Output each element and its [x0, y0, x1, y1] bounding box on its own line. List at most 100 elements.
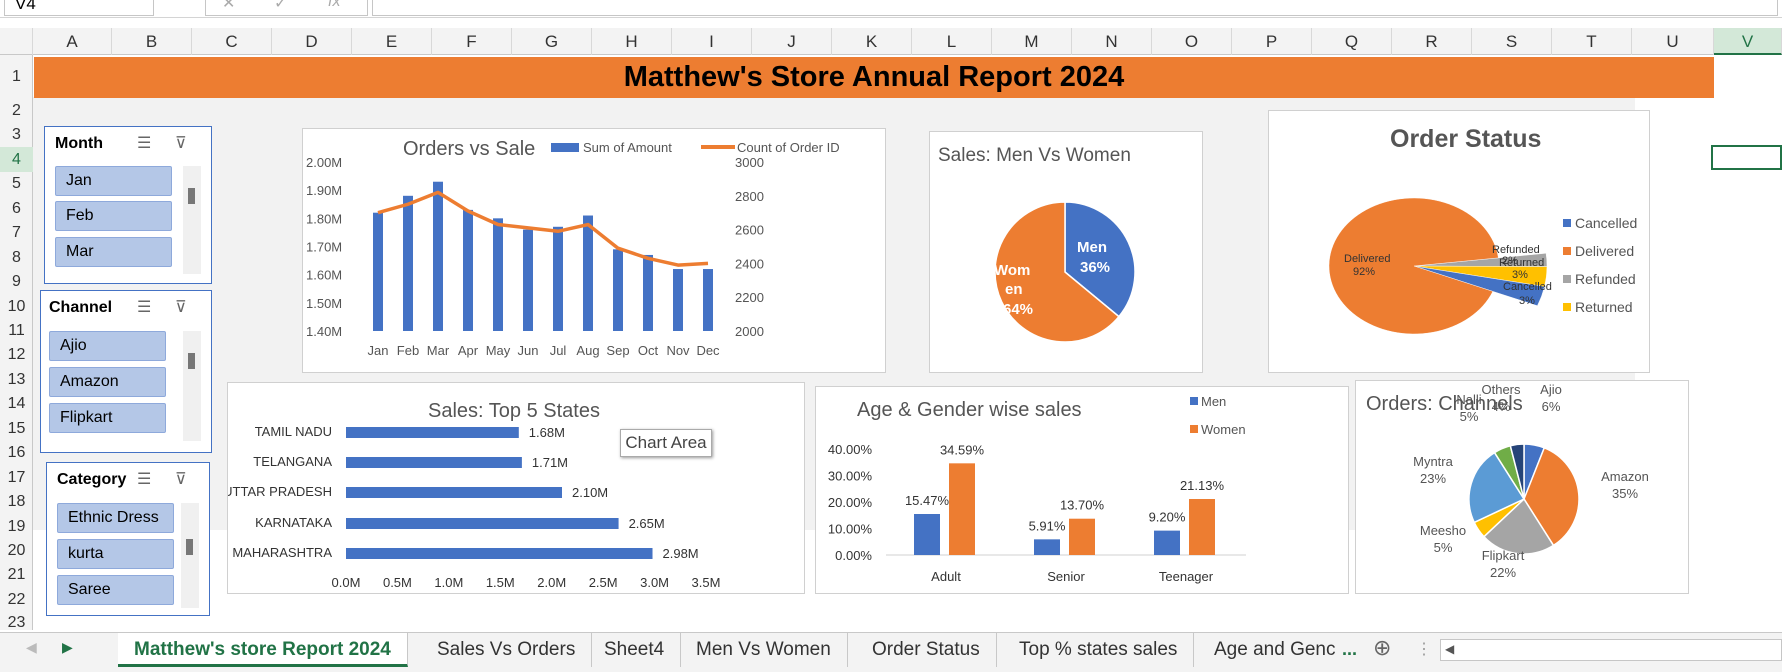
tab-top-states-sales[interactable]: Top % states sales [1003, 633, 1195, 667]
tab-sheet4[interactable]: Sheet4 [588, 633, 682, 667]
row-header-14[interactable]: 14 [0, 392, 33, 416]
column-header-p[interactable]: P [1232, 28, 1312, 55]
men-vs-women-chart[interactable]: Sales: Men Vs Women Men 36% Wom en 64% [929, 131, 1203, 373]
row-header-2[interactable]: 2 [0, 99, 33, 123]
column-header-h[interactable]: H [592, 28, 672, 55]
column-header-f[interactable]: F [432, 28, 512, 55]
row-header-5[interactable]: 5 [0, 172, 33, 196]
slicer-item-mar[interactable]: Mar [55, 237, 172, 267]
row-header-17[interactable]: 17 [0, 465, 33, 490]
formula-input[interactable] [372, 0, 1778, 16]
row-header-1[interactable]: 1 [0, 57, 33, 99]
clear-filter-icon[interactable]: ⊽ [175, 133, 187, 153]
tab-age-and-gender[interactable]: Age and Genc [1198, 633, 1351, 667]
row-header-21[interactable]: 21 [0, 563, 33, 587]
row-header-7[interactable]: 7 [0, 221, 33, 245]
row-header-10[interactable]: 10 [0, 294, 33, 319]
column-header-c[interactable]: C [192, 28, 272, 55]
column-header-k[interactable]: K [832, 28, 912, 55]
tab-splitter-icon[interactable]: ⋮ [1416, 639, 1432, 659]
row-header-22[interactable]: 22 [0, 587, 33, 612]
scroll-left-icon[interactable]: ◀ [1445, 642, 1454, 656]
amount-bar [613, 249, 623, 331]
category-slicer[interactable]: Category ☰ ⊽ Ethnic Dress kurta Saree [46, 462, 210, 616]
slicer-item-jan[interactable]: Jan [55, 166, 172, 196]
column-header-r[interactable]: R [1392, 28, 1472, 55]
slicer-scrollbar[interactable] [183, 331, 201, 441]
row-header-8[interactable]: 8 [0, 245, 33, 270]
legend-label-amount: Sum of Amount [583, 140, 672, 155]
column-header-u[interactable]: U [1632, 28, 1714, 55]
column-header-m[interactable]: M [992, 28, 1072, 55]
left-tick-label: 1.50M [306, 296, 342, 311]
row-header-16[interactable]: 16 [0, 441, 33, 465]
row-header-4[interactable]: 4 [0, 147, 33, 172]
column-header-v[interactable]: V [1714, 28, 1782, 55]
column-header-o[interactable]: O [1152, 28, 1232, 55]
column-header-e[interactable]: E [352, 28, 432, 55]
scroll-next-tab-icon[interactable]: ▶ [62, 639, 73, 656]
row-header-9[interactable]: 9 [0, 270, 33, 294]
channels-chart[interactable]: Orders: Channels Ajio 6% Amazon 35% Flipkart… [1355, 380, 1689, 594]
horizontal-scrollbar[interactable]: ◀ [1440, 639, 1782, 661]
row-header-3[interactable]: 3 [0, 123, 33, 147]
row-header-23[interactable]: 23 [0, 612, 33, 633]
more-tabs-ellipsis[interactable]: ... [1342, 639, 1357, 660]
x-tick-label: Senior [1047, 569, 1085, 584]
month-slicer[interactable]: Month ☰ ⊽ Jan Feb Mar [44, 126, 212, 284]
row-header-20[interactable]: 20 [0, 539, 33, 563]
row-header-15[interactable]: 15 [0, 416, 33, 441]
order-status-chart[interactable]: Order Status Delivered 92% Refunded 2% R… [1268, 110, 1650, 373]
clear-filter-icon[interactable]: ⊽ [175, 297, 187, 317]
slicer-item-feb[interactable]: Feb [55, 201, 172, 231]
column-header-g[interactable]: G [512, 28, 592, 55]
multi-select-icon[interactable]: ☰ [137, 133, 151, 153]
tab-sales-vs-orders[interactable]: Sales Vs Orders [421, 633, 593, 667]
slicer-item-ethnic-dress[interactable]: Ethnic Dress [57, 503, 174, 533]
tab-matthews-store-report[interactable]: Matthew's store Report 2024 [118, 633, 408, 667]
top-states-chart[interactable]: Sales: Top 5 States TAMIL NADU 1.68M TELAN… [223, 382, 805, 594]
fx-icon[interactable]: fx [328, 0, 340, 11]
add-sheet-icon[interactable]: ⊕ [1373, 635, 1391, 661]
row-header-11[interactable]: 11 [0, 319, 33, 343]
slicer-scrollbar[interactable] [181, 503, 199, 608]
column-header-d[interactable]: D [272, 28, 352, 55]
tab-order-status[interactable]: Order Status [856, 633, 997, 667]
active-cell[interactable] [1711, 145, 1782, 170]
slicer-item-kurta[interactable]: kurta [57, 539, 174, 569]
column-header-a[interactable]: A [33, 28, 112, 55]
name-box[interactable]: V4 [4, 0, 154, 16]
cancel-icon[interactable]: ✕ [222, 0, 235, 13]
multi-select-icon[interactable]: ☰ [137, 469, 151, 489]
enter-icon[interactable]: ✓ [274, 0, 287, 13]
orders-vs-sale-chart[interactable]: Orders vs Sale Sum of Amount Count of Or… [302, 128, 886, 373]
scroll-first-tab-icon[interactable]: ◀ [26, 639, 37, 656]
column-header-i[interactable]: I [672, 28, 752, 55]
row-header-6[interactable]: 6 [0, 196, 33, 221]
row-header-18[interactable]: 18 [0, 490, 33, 514]
state-bar [346, 427, 519, 438]
column-header-q[interactable]: Q [1312, 28, 1392, 55]
column-header-j[interactable]: J [752, 28, 832, 55]
tab-men-vs-women[interactable]: Men Vs Women [680, 633, 848, 667]
slicer-item-ajio[interactable]: Ajio [49, 331, 166, 361]
slicer-item-flipkart[interactable]: Flipkart [49, 403, 166, 433]
column-header-t[interactable]: T [1552, 28, 1632, 55]
channel-slicer[interactable]: Channel ☰ ⊽ Ajio Amazon Flipkart [40, 290, 212, 453]
column-header-b[interactable]: B [112, 28, 192, 55]
row-header-19[interactable]: 19 [0, 514, 33, 539]
slicer-item-saree[interactable]: Saree [57, 575, 174, 605]
row-header-13[interactable]: 13 [0, 367, 33, 392]
row-header-12[interactable]: 12 [0, 343, 33, 367]
column-header-s[interactable]: S [1472, 28, 1552, 55]
legend-label-delivered: Delivered [1575, 243, 1634, 259]
select-all-corner[interactable] [0, 28, 33, 55]
column-header-n[interactable]: N [1072, 28, 1152, 55]
formula-buttons: ✕ ✓ fx [205, 0, 368, 16]
clear-filter-icon[interactable]: ⊽ [175, 469, 187, 489]
slicer-item-amazon[interactable]: Amazon [49, 367, 166, 397]
column-header-l[interactable]: L [912, 28, 992, 55]
multi-select-icon[interactable]: ☰ [137, 297, 151, 317]
age-gender-chart[interactable]: Age & Gender wise sales Men Women 40.00%… [815, 386, 1349, 594]
slicer-scrollbar[interactable] [183, 166, 201, 274]
